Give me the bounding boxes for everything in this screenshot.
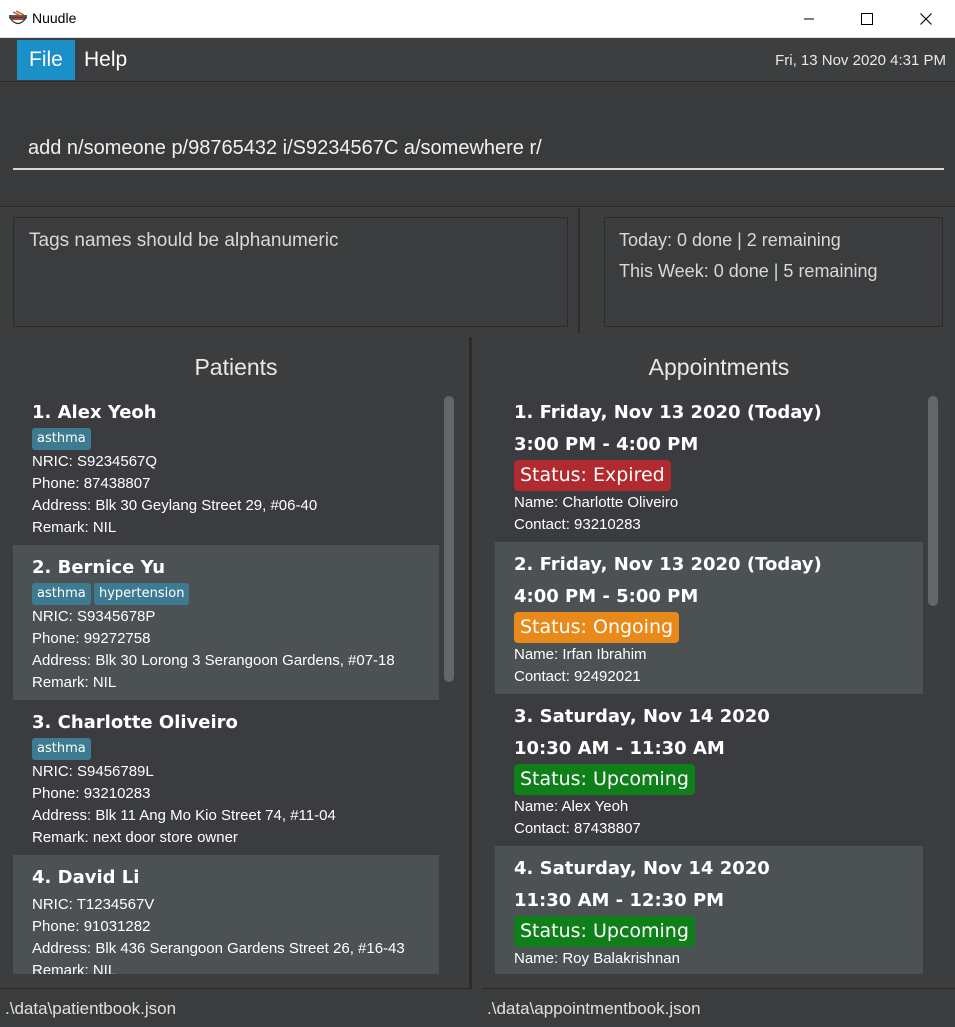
appointments-scroll-thumb[interactable] xyxy=(928,396,938,606)
close-button[interactable] xyxy=(897,0,955,38)
appointment-date: 3. Saturday, Nov 14 2020 xyxy=(514,706,770,727)
patient-address: Address: Blk 30 Geylang Street 29, #06-4… xyxy=(32,497,318,514)
patient-tag: hypertension xyxy=(94,583,190,605)
maximize-icon xyxy=(861,13,873,25)
stats-today: Today: 0 done | 2 remaining xyxy=(619,230,841,250)
appointment-date: 1. Friday, Nov 13 2020 (Today) xyxy=(514,402,822,423)
appointment-status-badge: Status: Expired xyxy=(514,460,671,491)
appointment-date: 2. Friday, Nov 13 2020 (Today) xyxy=(514,554,822,575)
appointments-file-path: .\data\appointmentbook.json xyxy=(482,988,955,1027)
patient-remark: Remark: NIL xyxy=(32,674,117,691)
patients-scrollbar[interactable] xyxy=(442,392,456,976)
close-icon xyxy=(920,13,932,25)
appointment-time: 10:30 AM - 11:30 AM xyxy=(514,738,725,759)
patient-card[interactable]: 4. David Li NRIC: T1234567V Phone: 91031… xyxy=(13,855,439,974)
appointments-scrollbar[interactable] xyxy=(926,392,940,976)
appointment-card[interactable]: 4. Saturday, Nov 14 2020 11:30 AM - 12:3… xyxy=(495,846,923,974)
stats-week: This Week: 0 done | 5 remaining xyxy=(619,261,878,281)
patient-card[interactable]: 3. Charlotte Oliveiro asthma NRIC: S9456… xyxy=(13,700,439,855)
appointment-patient-name: Name: Irfan Ibrahim xyxy=(514,646,647,663)
minimize-icon xyxy=(804,18,814,20)
patient-tag: asthma xyxy=(32,738,91,760)
patient-phone: Phone: 91031282 xyxy=(32,918,151,935)
patients-title: Patients xyxy=(194,354,278,380)
patient-card[interactable]: 1. Alex Yeoh asthma NRIC: S9234567Q Phon… xyxy=(13,390,439,545)
patient-name: 4. David Li xyxy=(32,867,140,888)
appointment-status-badge: Status: Ongoing xyxy=(514,612,680,643)
appointment-patient-name: Name: Charlotte Oliveiro xyxy=(514,494,679,511)
patient-name: 3. Charlotte Oliveiro xyxy=(32,712,238,733)
patients-scroll-thumb[interactable] xyxy=(444,396,454,682)
appointment-status-badge: Status: Upcoming xyxy=(514,916,695,947)
appointment-contact: Contact: 87438807 xyxy=(514,820,641,837)
patient-name: 1. Alex Yeoh xyxy=(32,402,157,423)
appointment-card[interactable]: 2. Friday, Nov 13 2020 (Today) 4:00 PM -… xyxy=(495,542,923,694)
patient-nric: NRIC: S9234567Q xyxy=(32,453,158,470)
clock-datetime: Fri, 13 Nov 2020 4:31 PM xyxy=(775,52,946,69)
appointments-title: Appointments xyxy=(648,354,790,380)
patient-phone: Phone: 93210283 xyxy=(32,785,151,802)
patient-address: Address: Blk 30 Lorong 3 Serangoon Garde… xyxy=(32,652,395,669)
patient-nric: NRIC: S9345678P xyxy=(32,608,156,625)
result-message: Tags names should be alphanumeric xyxy=(29,230,339,251)
patient-phone: Phone: 87438807 xyxy=(32,475,151,492)
appointment-time: 3:00 PM - 4:00 PM xyxy=(514,434,699,455)
bowl-icon xyxy=(8,10,28,25)
patient-tag: asthma xyxy=(32,428,91,450)
patient-phone: Phone: 99272758 xyxy=(32,630,151,647)
appointment-card[interactable]: 3. Saturday, Nov 14 2020 10:30 AM - 11:3… xyxy=(495,694,923,846)
patients-list[interactable]: 1. Alex Yeoh asthma NRIC: S9234567Q Phon… xyxy=(13,390,439,974)
patient-remark: Remark: next door store owner xyxy=(32,829,238,846)
appointment-time: 4:00 PM - 5:00 PM xyxy=(514,586,699,607)
appointment-patient-name: Name: Roy Balakrishnan xyxy=(514,950,680,967)
appointment-time: 11:30 AM - 12:30 PM xyxy=(514,890,725,911)
appointment-card[interactable]: 1. Friday, Nov 13 2020 (Today) 3:00 PM -… xyxy=(495,390,923,542)
patient-address: Address: Blk 11 Ang Mo Kio Street 74, #1… xyxy=(32,807,336,824)
patient-remark: Remark: NIL xyxy=(32,962,117,974)
patient-nric: NRIC: T1234567V xyxy=(32,896,155,913)
command-input[interactable] xyxy=(13,120,944,170)
appointment-contact: Contact: 93210283 xyxy=(514,516,641,533)
patient-card[interactable]: 2. Bernice Yu asthma hypertension NRIC: … xyxy=(13,545,439,700)
appointment-contact: Contact: 92492021 xyxy=(514,668,641,685)
menu-help[interactable]: Help xyxy=(72,40,139,80)
appointment-date: 4. Saturday, Nov 14 2020 xyxy=(514,858,770,879)
patient-address: Address: Blk 436 Serangoon Gardens Stree… xyxy=(32,940,405,957)
patient-remark: Remark: NIL xyxy=(32,519,117,536)
minimize-button[interactable] xyxy=(780,0,838,38)
patient-name: 2. Bernice Yu xyxy=(32,557,166,578)
appointment-status-badge: Status: Upcoming xyxy=(514,764,695,795)
menu-file[interactable]: File xyxy=(17,40,75,80)
appointment-patient-name: Name: Alex Yeoh xyxy=(514,798,629,815)
patient-tag: asthma xyxy=(32,583,91,605)
window-title: Nuudle xyxy=(32,10,77,26)
patients-file-path: .\data\patientbook.json xyxy=(0,988,472,1027)
appointments-list[interactable]: 1. Friday, Nov 13 2020 (Today) 3:00 PM -… xyxy=(495,390,923,974)
patient-nric: NRIC: S9456789L xyxy=(32,763,154,780)
maximize-button[interactable] xyxy=(838,0,896,38)
